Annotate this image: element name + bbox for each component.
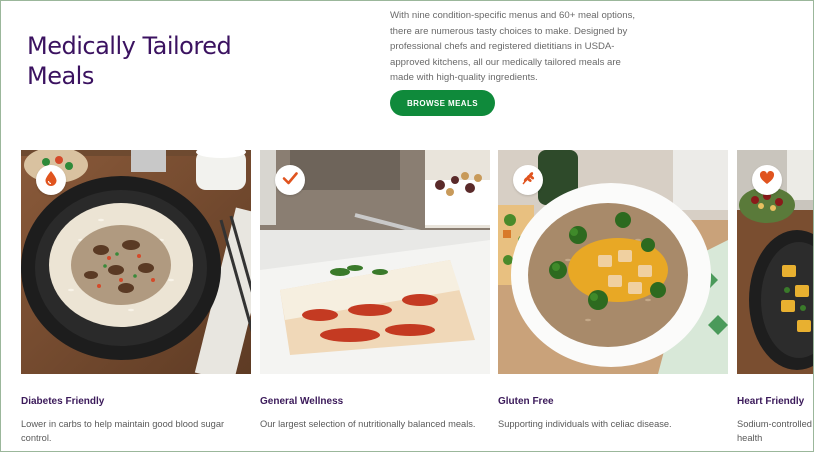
card-description: Supporting individuals with celiac disea… <box>498 419 672 429</box>
badge <box>275 165 305 195</box>
card-title: Diabetes Friendly <box>21 396 105 407</box>
badge <box>513 165 543 195</box>
meal-photo-mushroom-rice[interactable] <box>21 150 251 374</box>
title-line-2: Meals <box>27 62 94 90</box>
wheat-icon <box>519 169 537 192</box>
blood-drop-icon <box>42 169 60 192</box>
heart-icon <box>758 169 776 192</box>
card-description-line-2: health <box>737 433 763 443</box>
checkmark-icon <box>281 169 299 192</box>
meal-photo-skillet[interactable] <box>737 150 813 374</box>
title-line-1: Medically Tailored <box>27 32 232 60</box>
badge <box>752 165 782 195</box>
card-description: Lower in carbs to help maintain good blo… <box>21 419 225 443</box>
card-description: Our largest selection of nutritionally b… <box>260 419 476 429</box>
page-frame: Medically Tailored Meals With nine condi… <box>0 0 814 452</box>
page-title: Medically Tailored Meals <box>27 31 267 91</box>
meal-card-general-wellness[interactable]: General Wellness Our largest selection o… <box>260 150 490 431</box>
meal-card-gluten-free[interactable]: Gluten Free Supporting individuals with … <box>498 150 728 431</box>
meal-photo-chicken-broccoli-rice[interactable] <box>498 150 728 374</box>
intro-text: With nine condition-specific menus and 6… <box>390 10 636 84</box>
meal-card-heart-friendly[interactable]: Heart Friendly Sodium-controlled health <box>737 150 813 445</box>
card-title: General Wellness <box>260 396 344 407</box>
card-description-line-1: Sodium-controlled <box>737 419 812 429</box>
browse-meals-button[interactable]: BROWSE MEALS <box>390 90 495 116</box>
card-title: Heart Friendly <box>737 396 805 407</box>
card-description: Sodium-controlled health <box>737 417 813 445</box>
card-title: Gluten Free <box>498 396 554 407</box>
meal-photo-lasagna[interactable] <box>260 150 490 374</box>
meal-card-diabetes-friendly[interactable]: Diabetes Friendly Lower in carbs to help… <box>21 150 251 445</box>
badge <box>36 165 66 195</box>
